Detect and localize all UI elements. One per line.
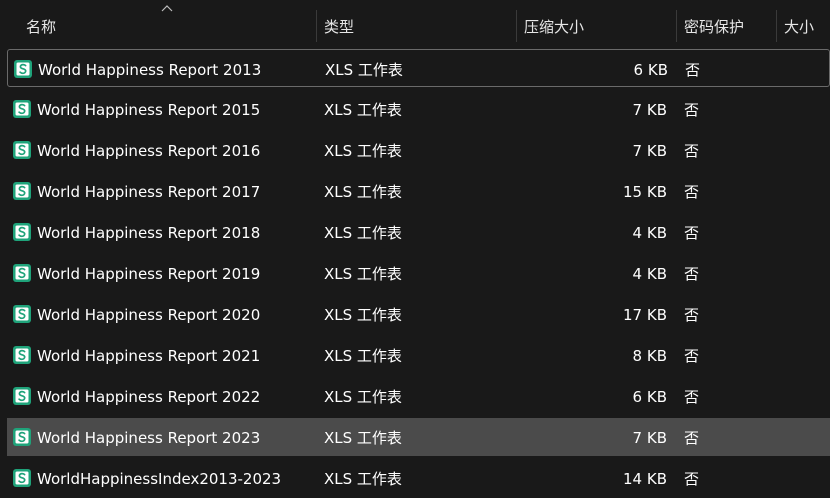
file-row[interactable]: World Happiness Report 2016 XLS 工作表 7 KB…: [7, 131, 830, 169]
file-name: World Happiness Report 2017: [37, 183, 261, 201]
file-compressed-size: 7 KB: [632, 101, 667, 119]
spreadsheet-icon: [14, 60, 32, 78]
spreadsheet-icon: [13, 469, 31, 487]
column-header-password[interactable]: 密码保护: [676, 0, 776, 48]
column-header-compressed-size[interactable]: 压缩大小: [516, 0, 676, 48]
file-type: XLS 工作表: [324, 470, 402, 488]
file-compressed-size: 7 KB: [632, 429, 667, 447]
column-header-name[interactable]: 名称: [18, 0, 314, 48]
column-header-size[interactable]: 大小: [776, 0, 830, 48]
column-header-type[interactable]: 类型: [316, 0, 516, 48]
file-password-protected: 否: [684, 306, 700, 324]
file-type: XLS 工作表: [324, 429, 402, 447]
file-name: WorldHappinessIndex2013-2023: [37, 470, 282, 488]
file-password-protected: 否: [685, 61, 701, 79]
column-header-row: 名称 类型 压缩大小 密码保护 大小: [0, 0, 830, 48]
file-type: XLS 工作表: [324, 101, 402, 119]
file-password-protected: 否: [684, 265, 700, 283]
file-password-protected: 否: [684, 142, 700, 160]
file-row[interactable]: World Happiness Report 2022 XLS 工作表 6 KB…: [7, 377, 830, 415]
file-name: World Happiness Report 2020: [37, 306, 261, 324]
file-list: 名称 类型 压缩大小 密码保护 大小 World Happiness Repor…: [0, 0, 830, 498]
file-name: World Happiness Report 2019: [37, 265, 261, 283]
file-row[interactable]: World Happiness Report 2019 XLS 工作表 4 KB…: [7, 254, 830, 292]
file-name: World Happiness Report 2022: [37, 388, 261, 406]
file-row[interactable]: World Happiness Report 2021 XLS 工作表 8 KB…: [7, 336, 830, 374]
file-password-protected: 否: [684, 101, 700, 119]
file-type: XLS 工作表: [324, 224, 402, 242]
file-row[interactable]: World Happiness Report 2018 XLS 工作表 4 KB…: [7, 213, 830, 251]
file-compressed-size: 8 KB: [632, 347, 667, 365]
file-compressed-size: 4 KB: [632, 224, 667, 242]
spreadsheet-icon: [13, 223, 31, 241]
file-name: World Happiness Report 2016: [37, 142, 261, 160]
file-row[interactable]: World Happiness Report 2015 XLS 工作表 7 KB…: [7, 90, 830, 128]
file-type: XLS 工作表: [324, 306, 402, 324]
file-compressed-size: 14 KB: [623, 470, 667, 488]
file-compressed-size: 7 KB: [632, 142, 667, 160]
spreadsheet-icon: [13, 264, 31, 282]
file-compressed-size: 17 KB: [623, 306, 667, 324]
file-type: XLS 工作表: [325, 61, 403, 79]
file-password-protected: 否: [684, 429, 700, 447]
file-name: World Happiness Report 2021: [37, 347, 261, 365]
file-row[interactable]: World Happiness Report 2017 XLS 工作表 15 K…: [7, 172, 830, 210]
spreadsheet-icon: [13, 346, 31, 364]
file-row[interactable]: World Happiness Report 2013 XLS 工作表 6 KB…: [7, 49, 830, 87]
file-password-protected: 否: [684, 347, 700, 365]
file-name: World Happiness Report 2018: [37, 224, 261, 242]
file-compressed-size: 6 KB: [632, 388, 667, 406]
file-password-protected: 否: [684, 224, 700, 242]
file-type: XLS 工作表: [324, 142, 402, 160]
spreadsheet-icon: [13, 387, 31, 405]
spreadsheet-icon: [13, 100, 31, 118]
file-row[interactable]: WorldHappinessIndex2013-2023 XLS 工作表 14 …: [7, 459, 830, 497]
file-row[interactable]: World Happiness Report 2020 XLS 工作表 17 K…: [7, 295, 830, 333]
file-compressed-size: 4 KB: [632, 265, 667, 283]
file-type: XLS 工作表: [324, 265, 402, 283]
file-password-protected: 否: [684, 183, 700, 201]
file-password-protected: 否: [684, 388, 700, 406]
file-compressed-size: 15 KB: [623, 183, 667, 201]
spreadsheet-icon: [13, 428, 31, 446]
file-type: XLS 工作表: [324, 183, 402, 201]
file-type: XLS 工作表: [324, 388, 402, 406]
file-name: World Happiness Report 2023: [37, 429, 261, 447]
file-name: World Happiness Report 2015: [37, 101, 261, 119]
file-compressed-size: 6 KB: [633, 61, 668, 79]
file-password-protected: 否: [684, 470, 700, 488]
spreadsheet-icon: [13, 305, 31, 323]
spreadsheet-icon: [13, 141, 31, 159]
file-type: XLS 工作表: [324, 347, 402, 365]
file-name: World Happiness Report 2013: [38, 61, 262, 79]
spreadsheet-icon: [13, 182, 31, 200]
file-row[interactable]: World Happiness Report 2023 XLS 工作表 7 KB…: [7, 418, 830, 456]
